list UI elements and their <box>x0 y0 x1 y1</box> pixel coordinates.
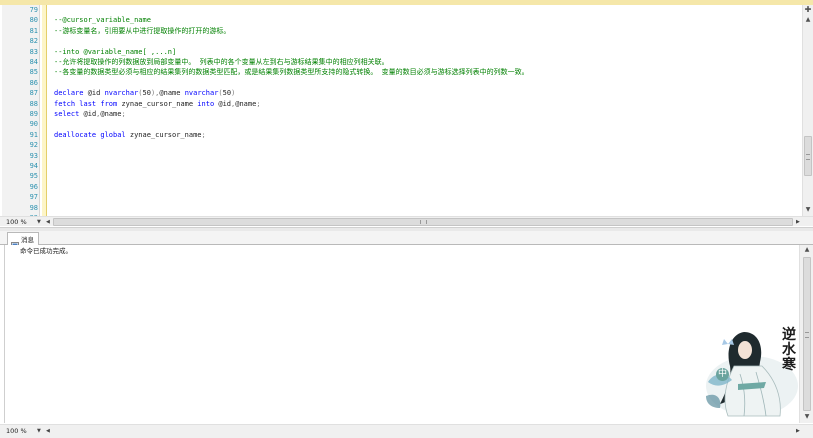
scroll-down-icon[interactable]: ▼ <box>803 206 813 214</box>
code-comment: --各变量的数据类型必须与相应的结果集列的数据类型匹配，或是结果集列数据类型所支… <box>54 68 529 77</box>
line-number: 84 <box>29 58 38 66</box>
tab-messages-label: 消息 <box>21 236 34 244</box>
tab-messages[interactable]: 消息 <box>7 232 39 250</box>
scroll-up-icon[interactable]: ▲ <box>803 16 813 24</box>
line-number: 92 <box>29 141 38 150</box>
split-handle-icon[interactable]: ✚ <box>803 6 813 14</box>
code-token: ; <box>201 130 206 139</box>
scroll-left-icon[interactable]: ◀ <box>46 425 50 438</box>
calligraphy-char: 逆 <box>782 327 796 343</box>
code-token: @name <box>100 110 122 118</box>
scroll-down-icon[interactable]: ▼ <box>802 413 812 421</box>
editor-status-row: 100 % ▼ ◀ ▶ <box>0 216 813 226</box>
line-number: 83 <box>29 47 38 56</box>
line-number: 95 <box>29 172 38 181</box>
editor-zoom-level[interactable]: 100 % <box>6 217 27 227</box>
code-line[interactable]: --允许将提取操作的列数据放到局部变量中。 列表中的各个变量从左到右与游标结果集… <box>54 57 389 67</box>
code-line[interactable]: select @id,@name; <box>54 109 126 119</box>
code-comment: --游标变量名，引用要从中进行提取操作的打开的游标。 <box>54 26 231 35</box>
message-text: 命令已成功完成。 <box>20 247 72 255</box>
code-keyword: fetch last from <box>54 99 122 108</box>
code-line[interactable]: fetch last from zynae_cursor_name into @… <box>54 99 261 109</box>
code-token: zynae_cursor_name <box>121 99 198 108</box>
line-number: 93 <box>29 151 38 160</box>
code-token: @name <box>235 99 257 108</box>
line-number: 97 <box>29 193 38 202</box>
code-token: @id <box>83 110 97 118</box>
code-keyword: deallocate global <box>54 130 130 139</box>
code-token: 50 <box>142 89 151 98</box>
code-token: @name <box>159 89 185 98</box>
messages-vertical-scrollbar[interactable]: ▲ ▼ <box>799 245 813 423</box>
code-token: zynae_cursor_name <box>129 130 202 139</box>
code-line[interactable]: --into @variable_name[ ,...n] <box>54 47 176 57</box>
messages-pane[interactable]: 命令已成功完成。 <box>4 245 799 423</box>
calligraphy-char: 水 <box>782 342 796 358</box>
code-keyword: nvarchar <box>104 89 139 98</box>
code-token: 50 <box>222 89 232 98</box>
code-line[interactable]: --游标变量名，引用要从中进行提取操作的打开的游标。 <box>54 26 230 36</box>
messages-vertical-scroll-thumb[interactable] <box>803 257 811 411</box>
code-comment: --into @variable_name[ ,...n] <box>54 47 177 56</box>
change-tracking-margin <box>42 5 47 216</box>
code-line[interactable]: declare @id nvarchar(50),@name nvarchar(… <box>54 88 235 98</box>
code-keyword: into <box>197 99 219 108</box>
code-token: @id <box>218 99 232 108</box>
line-number-gutter: 79 80 81 82 83 84 85 86 87 88 89 90 91 92 93 94 95 96 97 98… <box>2 5 40 216</box>
calligraphy-title: 逆 水 寒 <box>780 328 798 373</box>
line-number: 87 <box>29 89 38 98</box>
code-line[interactable]: --@cursor_variable_name <box>54 15 151 25</box>
code-comment: --@cursor_variable_name <box>54 16 151 25</box>
line-number: 82 <box>29 37 38 46</box>
code-keyword: nvarchar <box>184 89 219 98</box>
editor-vertical-scrollbar[interactable]: ✚ ▲ ▼ <box>802 5 813 216</box>
code-token: ; <box>121 110 126 118</box>
line-number: 88 <box>29 99 38 108</box>
line-number: 80 <box>29 16 38 25</box>
seal-stamp: 中 <box>716 368 729 381</box>
line-number: 81 <box>29 26 38 35</box>
line-number: 90 <box>29 120 38 129</box>
line-number: 91 <box>29 130 38 139</box>
mascot-illustration: 逆 水 寒 中 <box>700 326 798 418</box>
line-number: 79 <box>29 6 38 14</box>
line-number: 94 <box>29 162 38 170</box>
code-token: @id <box>87 89 105 98</box>
scroll-right-icon[interactable]: ▶ <box>796 425 800 438</box>
query-editor[interactable]: 79 80 81 82 83 84 85 86 87 88 89 90 91 92 93 94 95 96 97 98… <box>2 5 813 216</box>
messages-zoom-level[interactable]: 100 % <box>6 425 27 438</box>
code-keyword: select <box>54 110 84 118</box>
editor-horizontal-scrollbar[interactable] <box>53 218 795 226</box>
code-comment: --允许将提取操作的列数据放到局部变量中。 列表中的各个变量从左到右与游标结果集… <box>54 58 389 66</box>
code-token: ) <box>231 89 236 98</box>
editor-horizontal-scroll-thumb[interactable] <box>53 218 793 226</box>
line-number: 89 <box>29 110 38 118</box>
calligraphy-char: 寒 <box>782 357 796 373</box>
line-number: 85 <box>29 68 38 77</box>
zoom-dropdown-icon[interactable]: ▼ <box>37 217 41 227</box>
line-number: 96 <box>29 182 38 191</box>
code-token: ; <box>256 99 261 108</box>
line-number: 86 <box>29 78 38 87</box>
zoom-dropdown-icon[interactable]: ▼ <box>37 425 41 438</box>
message-icon <box>11 235 19 250</box>
results-tab-bar: 消息 <box>0 231 813 250</box>
editor-vertical-scroll-thumb[interactable] <box>804 136 812 176</box>
line-number: 98 <box>29 203 38 212</box>
scroll-up-icon[interactable]: ▲ <box>802 246 812 254</box>
code-keyword: declare <box>54 89 88 98</box>
messages-status-row: 100 % ▼ ◀ ▶ <box>0 424 813 438</box>
scroll-right-icon[interactable]: ▶ <box>796 217 800 227</box>
code-area[interactable]: --@cursor_variable_name --游标变量名，引用要从中进行提取… <box>54 5 799 216</box>
code-line[interactable]: --各变量的数据类型必须与相应的结果集列的数据类型匹配，或是结果集列数据类型所支… <box>54 67 529 77</box>
code-line[interactable]: deallocate global zynae_cursor_name; <box>54 130 206 140</box>
scroll-left-icon[interactable]: ◀ <box>46 217 50 227</box>
